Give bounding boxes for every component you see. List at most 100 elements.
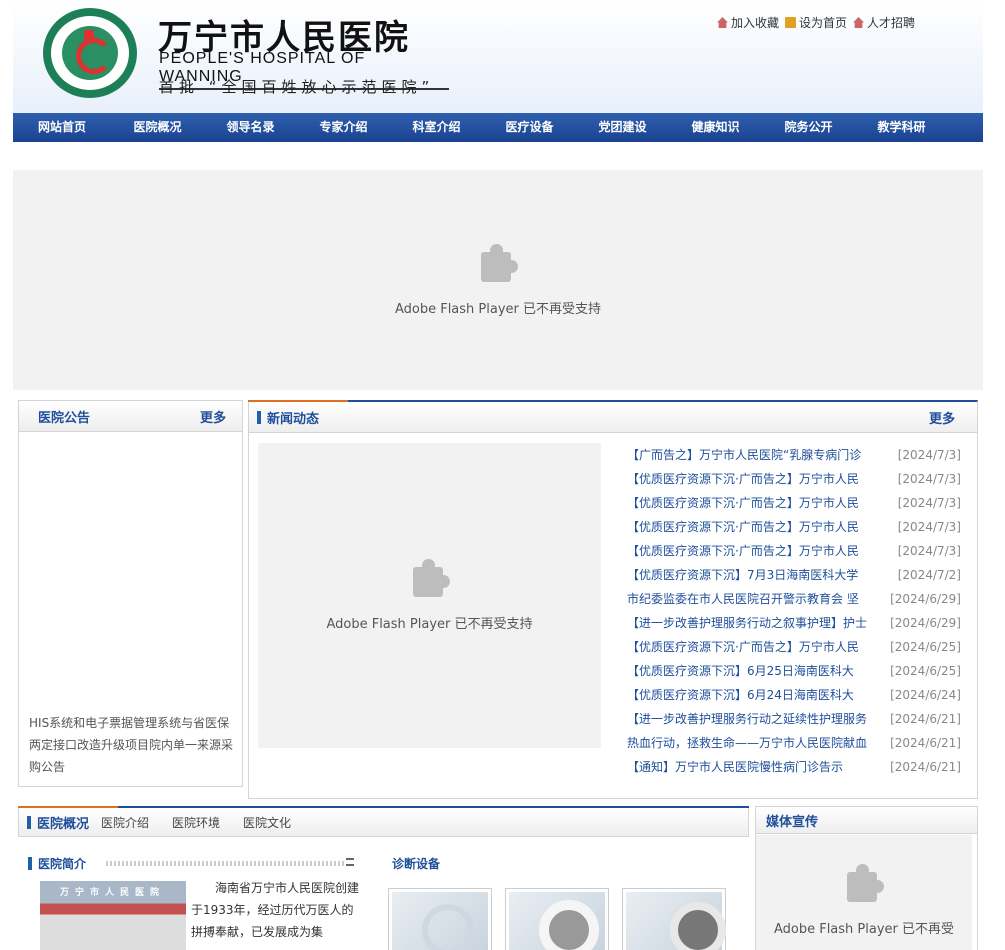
news-item[interactable]: 【优质医疗资源下沉】7月3日海南医科大学 [2024/7/2] [627, 563, 961, 587]
nav-affairs[interactable]: 院务公开 [762, 113, 855, 142]
news-item-date: [2024/6/29] [890, 616, 961, 630]
news-item[interactable]: 【优质医疗资源下沉·广而告之】万宁市人民 [2024/7/3] [627, 539, 961, 563]
notice-title: 医院公告 [38, 410, 91, 426]
plugin-puzzle-icon [409, 559, 451, 601]
news-item-date: [2024/6/25] [890, 664, 961, 678]
tab-culture[interactable]: 医院文化 [243, 814, 291, 831]
nav-overview[interactable]: 医院概况 [111, 113, 204, 142]
tab-intro[interactable]: 医院介绍 [101, 814, 149, 831]
news-item-title[interactable]: 【优质医疗资源下沉】6月24日海南医科大 [627, 683, 877, 707]
news-item[interactable]: 热血行动，拯救生命——万宁市人民医院献血 [2024/6/21] [627, 731, 961, 755]
news-more-link[interactable]: 更多 [929, 408, 955, 427]
hospital-photo[interactable]: 万宁市人民医院 [40, 881, 186, 950]
news-item-title[interactable]: 【优质医疗资源下沉·广而告之】万宁市人民 [627, 491, 877, 515]
news-item-title[interactable]: 【通知】万宁市人民医院慢性病门诊告示 [627, 755, 877, 779]
intro-text: 海南省万宁市人民医院创建于1933年，经过历代万医人的拼搏奉献，已发展成为集 [191, 881, 360, 939]
news-item-date: [2024/7/2] [897, 568, 961, 582]
news-item-date: [2024/7/3] [897, 520, 961, 534]
news-item-title[interactable]: 【优质医疗资源下沉】7月3日海南医科大学 [627, 563, 877, 587]
news-item[interactable]: 【进一步改善护理服务行动之延续性护理服务 [2024/6/21] [627, 707, 961, 731]
overview-box: 医院概况 医院介绍 医院环境 医院文化 医院简介 万宁市人民医院 海南省万宁市人… [18, 806, 749, 950]
news-item[interactable]: 【优质医疗资源下沉·广而告之】万宁市人民 [2024/7/3] [627, 491, 961, 515]
notice-item[interactable]: HIS系统和电子票据管理系统与省医保两定接口改造升级项目院内单一来源采购公告 [29, 712, 234, 778]
list-icon[interactable] [346, 858, 354, 866]
news-item-title[interactable]: 【优质医疗资源下沉·广而告之】万宁市人民 [627, 539, 877, 563]
nav-party[interactable]: 党团建设 [576, 113, 669, 142]
plugin-puzzle-icon [843, 863, 885, 906]
add-favorite-link[interactable]: 加入收藏 [717, 14, 779, 31]
nav-health[interactable]: 健康知识 [669, 113, 762, 142]
media-title: 媒体宣传 [766, 814, 819, 830]
equipment-photo[interactable] [388, 888, 492, 950]
news-item[interactable]: 【优质医疗资源下沉·广而告之】万宁市人民 [2024/6/25] [627, 635, 961, 659]
news-item-date: [2024/6/29] [890, 592, 961, 606]
nav-departments[interactable]: 科室介绍 [390, 113, 483, 142]
news-item-date: [2024/7/3] [897, 544, 961, 558]
intro-title: 医院简介 [28, 855, 86, 872]
news-title: 新闻动态 [257, 408, 319, 427]
tab-environment[interactable]: 医院环境 [172, 814, 220, 831]
news-item-title[interactable]: 【优质医疗资源下沉】6月25日海南医科大 [627, 659, 877, 683]
news-item-title[interactable]: 【进一步改善护理服务行动之叙事护理】护士 [627, 611, 877, 635]
news-item-title[interactable]: 【进一步改善护理服务行动之延续性护理服务 [627, 707, 877, 731]
header: 万宁市人民医院 PEOPLE'S HOSPITAL OF WANNING 首批 … [13, 0, 983, 113]
news-item[interactable]: 【进一步改善护理服务行动之叙事护理】护士 [2024/6/29] [627, 611, 961, 635]
hospital-logo[interactable] [43, 8, 137, 98]
news-item-date: [2024/6/24] [890, 688, 961, 702]
news-item[interactable]: 市纪委监委在市人民医院召开警示教育会 坚 [2024/6/29] [627, 587, 961, 611]
page: 万宁市人民医院 PEOPLE'S HOSPITAL OF WANNING 首批 … [0, 0, 1005, 950]
news-item[interactable]: 【优质医疗资源下沉】6月25日海南医科大 [2024/6/25] [627, 659, 961, 683]
news-item-date: [2024/6/25] [890, 640, 961, 654]
news-item-date: [2024/6/21] [890, 736, 961, 750]
page-icon [785, 17, 797, 28]
news-item[interactable]: 【优质医疗资源下沉·广而告之】万宁市人民 [2024/7/3] [627, 515, 961, 539]
banner-flash-placeholder[interactable]: Adobe Flash Player 已不再受支持 [13, 170, 983, 390]
news-item-title[interactable]: 【优质医疗资源下沉·广而告之】万宁市人民 [627, 467, 877, 491]
overview-tabs: 医院概况 医院介绍 医院环境 医院文化 [18, 808, 749, 837]
news-list: 【广而告之】万宁市人民医院“乳腺专病门诊 [2024/7/3] 【优质医疗资源下沉·… [627, 443, 961, 779]
news-flash-placeholder[interactable]: Adobe Flash Player 已不再受支持 [258, 443, 601, 748]
nav-teaching[interactable]: 教学科研 [855, 113, 948, 142]
home-icon [853, 17, 865, 28]
news-item[interactable]: 【优质医疗资源下沉】6月24日海南医科大 [2024/6/24] [627, 683, 961, 707]
nav-leaders[interactable]: 领导名录 [204, 113, 297, 142]
news-item-title[interactable]: 【优质医疗资源下沉·广而告之】万宁市人民 [627, 515, 877, 539]
equipment-photo[interactable] [505, 888, 609, 950]
nav-home[interactable]: 网站首页 [13, 113, 111, 142]
media-header: 媒体宣传 [756, 807, 977, 834]
news-item-date: [2024/6/21] [890, 712, 961, 726]
news-item-date: [2024/7/3] [897, 472, 961, 486]
nav-experts[interactable]: 专家介绍 [297, 113, 390, 142]
overview-title[interactable]: 医院概况 [27, 813, 89, 832]
main-nav: 网站首页 医院概况 领导名录 专家介绍 科室介绍 医疗设备 党团建设 健康知识 … [13, 113, 983, 142]
news-item[interactable]: 【广而告之】万宁市人民医院“乳腺专病门诊 [2024/7/3] [627, 443, 961, 467]
recruitment-link[interactable]: 人才招聘 [853, 14, 915, 31]
home-icon [717, 17, 728, 28]
nav-equipment[interactable]: 医疗设备 [483, 113, 576, 142]
notice-more-link[interactable]: 更多 [200, 407, 226, 426]
news-item-date: [2024/6/21] [890, 760, 961, 774]
notice-header: 医院公告 更多 [19, 401, 242, 432]
equipment-title: 诊断设备 [392, 857, 441, 871]
flash-message: Adobe Flash Player 已不再受支持 [326, 617, 533, 632]
news-item[interactable]: 【优质医疗资源下沉·广而告之】万宁市人民 [2024/7/3] [627, 467, 961, 491]
flash-message: Adobe Flash Player 已不再受 [773, 921, 955, 937]
flash-message: Adobe Flash Player 已不再受支持 [394, 301, 602, 317]
notice-box: 医院公告 更多 HIS系统和电子票据管理系统与省医保两定接口改造升级项目院内单一… [18, 400, 243, 787]
news-item-date: [2024/7/3] [897, 448, 961, 462]
equipment-photo[interactable] [622, 888, 726, 950]
news-item-title[interactable]: 【广而告之】万宁市人民医院“乳腺专病门诊 [627, 443, 877, 467]
media-box: 媒体宣传 Adobe Flash Player 已不再受 [755, 806, 978, 950]
news-box: 新闻动态 更多 Adobe Flash Player 已不再受支持 【广而告之】… [248, 400, 978, 799]
news-header: 新闻动态 更多 [249, 402, 977, 433]
news-item[interactable]: 【通知】万宁市人民医院慢性病门诊告示 [2024/6/21] [627, 755, 961, 779]
dotted-divider [106, 861, 346, 866]
plugin-puzzle-icon [477, 243, 519, 286]
hospital-motto: 首批 “全国百姓放心示范医院” [159, 78, 435, 96]
news-item-title[interactable]: 热血行动，拯救生命——万宁市人民医院献血 [627, 731, 877, 755]
media-flash-placeholder[interactable]: Adobe Flash Player 已不再受 [756, 835, 972, 950]
set-homepage-link[interactable]: 设为首页 [785, 14, 847, 31]
news-item-title[interactable]: 【优质医疗资源下沉·广而告之】万宁市人民 [627, 635, 877, 659]
news-item-title[interactable]: 市纪委监委在市人民医院召开警示教育会 坚 [627, 587, 877, 611]
top-links: 加入收藏 设为首页 人才招聘 [717, 14, 915, 31]
